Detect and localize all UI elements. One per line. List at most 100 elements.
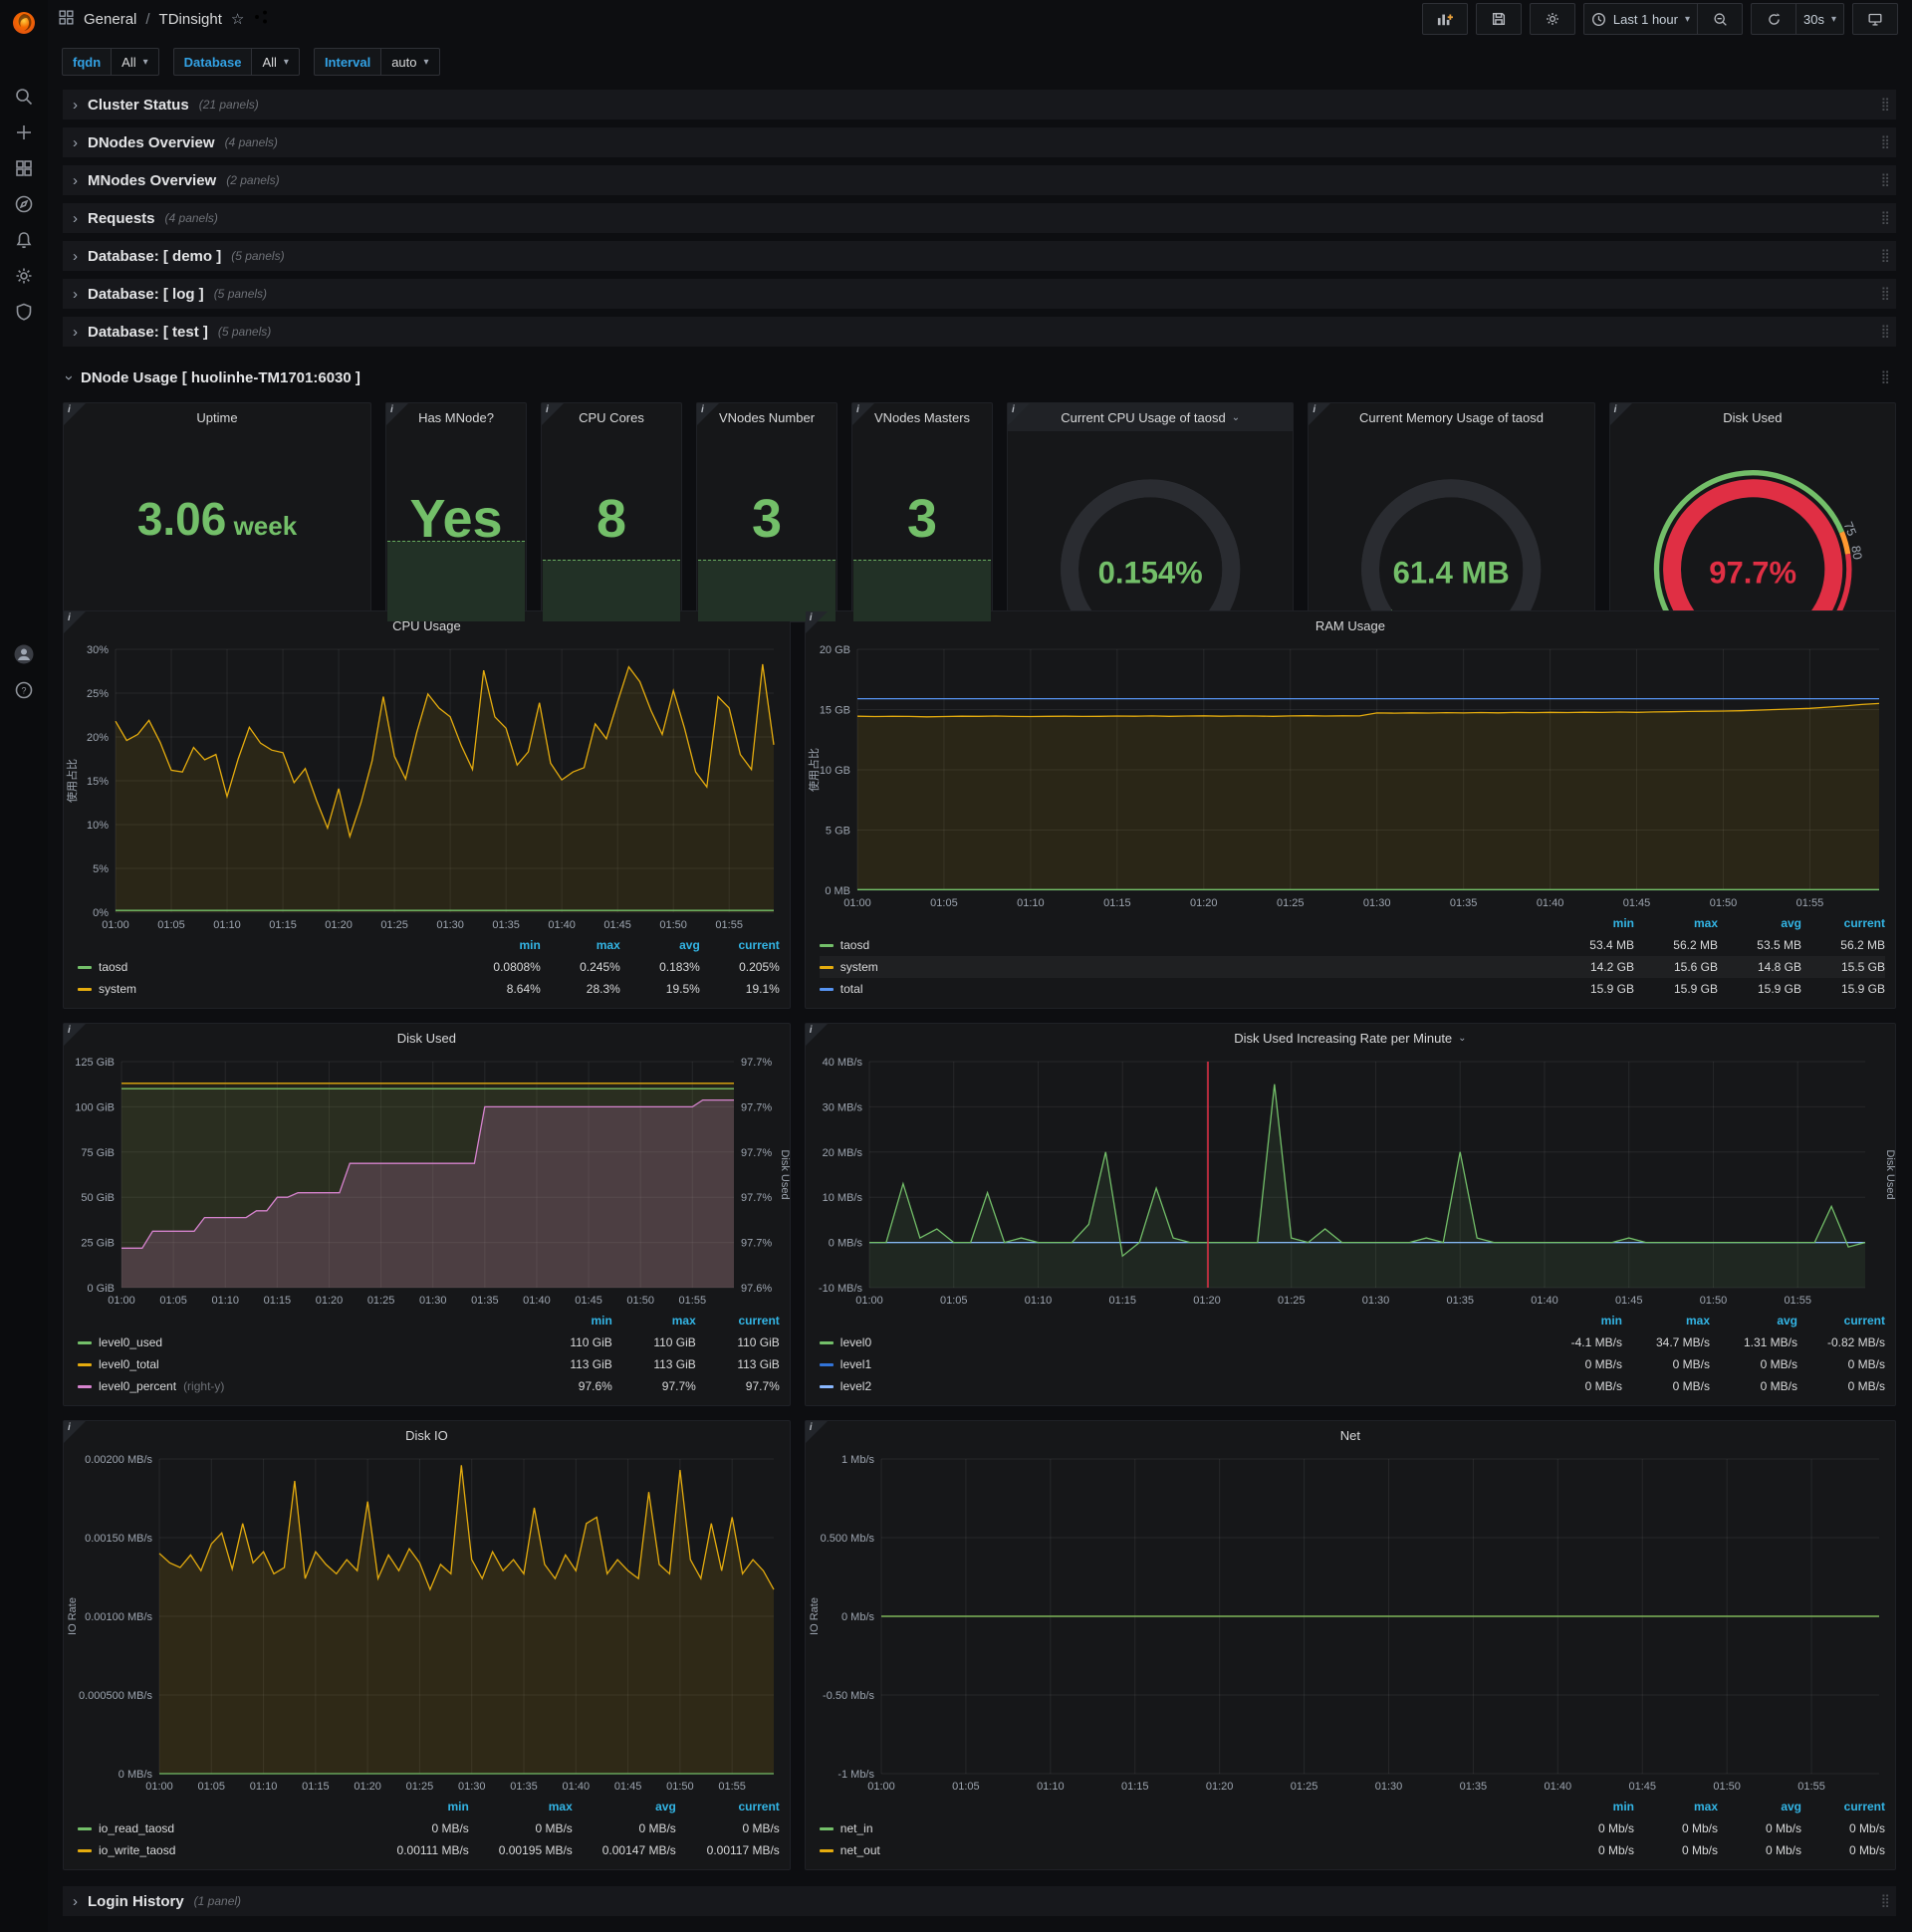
legend-column-max[interactable]: max — [1634, 1800, 1718, 1813]
drag-handle-icon[interactable]: ⣿ — [1880, 135, 1890, 150]
net-chart-svg[interactable]: 1 Mb/s0.500 Mb/s0 Mb/s-0.50 Mb/s-1 Mb/s0… — [806, 1449, 1895, 1796]
legend-column-min[interactable]: min — [1551, 1800, 1634, 1813]
legend-series-total[interactable]: total — [819, 982, 1551, 996]
collapsed-row[interactable]: › MNodes Overview (2 panels) ⣿ — [63, 165, 1896, 195]
legend-series-taosd[interactable]: taosd — [819, 938, 1551, 952]
add-panel-button[interactable] — [1421, 3, 1468, 35]
legend-column-current[interactable]: current — [696, 1314, 779, 1328]
collapsed-row[interactable]: › Requests (4 panels) ⣿ — [63, 203, 1896, 233]
info-corner-icon[interactable]: i — [1609, 403, 1632, 425]
drag-handle-icon[interactable]: ⣿ — [1880, 325, 1890, 340]
drag-handle-icon[interactable]: ⣿ — [1880, 173, 1890, 188]
info-corner-icon[interactable]: i — [64, 403, 86, 425]
chart-plot[interactable]: 40 MB/s 30 MB/s 20 MB/s 10 MB/s 0 MB/s -10 MB… — [806, 1052, 1895, 1310]
user-avatar[interactable] — [0, 637, 48, 671]
collapsed-row[interactable]: › DNodes Overview (4 panels) ⣿ — [63, 127, 1896, 157]
dashboard-settings-button[interactable] — [1529, 3, 1575, 35]
io-chart-svg[interactable]: 0.00200 MB/s 0.00150 MB/s 0.00100 MB/s 0.00… — [64, 1449, 790, 1796]
legend-series-level2[interactable]: level2 — [819, 1379, 1535, 1393]
legend-column-current[interactable]: current — [1801, 1800, 1885, 1813]
panel-header[interactable]: Current Memory Usage of taosd⌄ — [1309, 403, 1593, 431]
legend-series-io_read_taosd[interactable]: io_read_taosd — [78, 1821, 365, 1835]
explore-compass-icon[interactable] — [0, 187, 48, 221]
legend-column-max[interactable]: max — [612, 1314, 696, 1328]
legend-series-level0_used[interactable]: level0_used — [78, 1335, 529, 1349]
legend-series-level0_total[interactable]: level0_total — [78, 1357, 529, 1371]
legend-column-avg[interactable]: avg — [620, 938, 700, 952]
legend-series-level1[interactable]: level1 — [819, 1357, 1535, 1371]
legend-series-system[interactable]: system — [819, 960, 1551, 974]
admin-shield-icon[interactable] — [0, 295, 48, 329]
info-corner-icon[interactable]: i — [852, 403, 874, 425]
legend-column-max[interactable]: max — [1634, 916, 1718, 930]
panel-header[interactable]: Net⌄ — [806, 1421, 1895, 1449]
time-range-picker[interactable]: Last 1 hour ▾ — [1582, 3, 1698, 35]
legend-column-avg[interactable]: avg — [573, 1800, 676, 1813]
legend-series-net_out[interactable]: net_out — [819, 1843, 1551, 1857]
drag-handle-icon[interactable]: ⣿ — [1880, 211, 1890, 226]
settings-gear-icon[interactable] — [0, 259, 48, 293]
legend-series-io_write_taosd[interactable]: io_write_taosd — [78, 1843, 365, 1857]
legend-series-level0_percent[interactable]: level0_percent (right-y) — [78, 1379, 529, 1393]
info-corner-icon[interactable]: i — [805, 1024, 828, 1046]
refresh-button[interactable] — [1751, 3, 1796, 35]
legend-column-current[interactable]: current — [1797, 1314, 1885, 1328]
panel-header[interactable]: Current CPU Usage of taosd ⌄ — [1008, 403, 1294, 431]
breadcrumb-page[interactable]: TDinsight — [159, 11, 222, 28]
disk-chart-svg[interactable]: 125 GiB 97.7% 100 GiB 97.7% 75 GiB 97.7% 50 Gi… — [64, 1052, 790, 1310]
info-corner-icon[interactable]: i — [64, 1421, 86, 1443]
panel-header[interactable]: Uptime — [64, 403, 370, 431]
collapsed-row[interactable]: › Cluster Status (21 panels) ⣿ — [63, 90, 1896, 120]
legend-series-level0[interactable]: level0 — [819, 1335, 1535, 1349]
info-corner-icon[interactable]: i — [386, 403, 408, 425]
save-dashboard-button[interactable] — [1475, 3, 1522, 35]
legend-column-min[interactable]: min — [1535, 1314, 1622, 1328]
panel-header[interactable]: Disk Used⌄ — [1610, 403, 1895, 431]
cycle-view-mode-button[interactable] — [1852, 3, 1898, 35]
create-plus-icon[interactable] — [0, 116, 48, 149]
legend-column-max[interactable]: max — [541, 938, 620, 952]
chart-plot[interactable]: 30% 25% 20% 15% 10% 5% 0% 01:00 01:05 01:10 01:15 0… — [64, 639, 790, 934]
chart-plot[interactable]: 125 GiB 97.7% 100 GiB 97.7% 75 GiB 97.7% 50 Gi… — [64, 1052, 790, 1310]
legend-column-current[interactable]: current — [700, 938, 779, 952]
chart-plot[interactable]: 1 Mb/s 0.500 Mb/s 0 Mb/s -0.50 Mb/s -1 Mb/s 0… — [806, 1449, 1895, 1796]
row-dnode-usage[interactable]: › DNode Usage [ huolinhe-TM1701:6030 ] ⣿ — [61, 361, 1896, 394]
help-icon[interactable]: ? — [0, 673, 48, 707]
legend-column-min[interactable]: min — [365, 1800, 468, 1813]
legend-column-current[interactable]: current — [1801, 916, 1885, 930]
legend-column-avg[interactable]: avg — [1718, 1800, 1801, 1813]
chart-plot[interactable]: 0.00200 MB/s 0.00150 MB/s 0.00100 MB/s 0.00… — [64, 1449, 790, 1796]
drag-handle-icon[interactable]: ⣿ — [1880, 370, 1890, 385]
rate-chart-svg[interactable]: 40 MB/s 30 MB/s 20 MB/s 10 MB/s 0 MB/s -10 MB… — [806, 1052, 1895, 1310]
variable-fqdn-label[interactable]: fqdn — [62, 48, 112, 76]
chart-plot[interactable]: 20 GB 15 GB 10 GB 5 GB 0 MB 01:00 01:05 01:10 01… — [806, 639, 1895, 912]
legend-column-min[interactable]: min — [1551, 916, 1634, 930]
drag-handle-icon[interactable]: ⣿ — [1880, 249, 1890, 264]
grafana-logo[interactable] — [0, 6, 48, 40]
drag-handle-icon[interactable]: ⣿ — [1880, 287, 1890, 302]
info-corner-icon[interactable]: i — [697, 403, 719, 425]
variable-fqdn-value[interactable]: All ▾ — [111, 48, 159, 76]
breadcrumb-section[interactable]: General — [84, 11, 136, 28]
info-corner-icon[interactable]: i — [805, 1421, 828, 1443]
info-corner-icon[interactable]: i — [1008, 403, 1030, 425]
legend-series-net_in[interactable]: net_in — [819, 1821, 1551, 1835]
panel-header[interactable]: Disk Used Increasing Rate per Minute ⌄ — [806, 1024, 1895, 1052]
legend-column-min[interactable]: min — [529, 1314, 611, 1328]
dashboards-grid-icon[interactable] — [0, 151, 48, 185]
collapsed-row[interactable]: › Database: [ log ] (5 panels) ⣿ — [63, 279, 1896, 309]
zoom-out-button[interactable] — [1698, 3, 1743, 35]
search-icon[interactable] — [0, 80, 48, 114]
info-corner-icon[interactable]: i — [542, 403, 564, 425]
legend-series-system[interactable]: system — [78, 982, 461, 996]
panel-header[interactable]: Disk Used⌄ — [64, 1024, 790, 1052]
row-login-history[interactable]: › Login History (1 panel) ⣿ — [63, 1886, 1896, 1916]
legend-column-avg[interactable]: avg — [1710, 1314, 1797, 1328]
star-icon[interactable]: ☆ — [231, 10, 244, 28]
variable-interval-label[interactable]: Interval — [313, 48, 381, 76]
refresh-interval-picker[interactable]: 30s ▾ — [1796, 3, 1844, 35]
variable-database-label[interactable]: Database — [172, 48, 252, 76]
collapsed-row[interactable]: › Database: [ test ] (5 panels) ⣿ — [63, 317, 1896, 347]
ram-chart-svg[interactable]: 20 GB 15 GB 10 GB 5 GB 0 MB01:00 01:05 01:10 01… — [806, 639, 1895, 912]
legend-column-avg[interactable]: avg — [1718, 916, 1801, 930]
